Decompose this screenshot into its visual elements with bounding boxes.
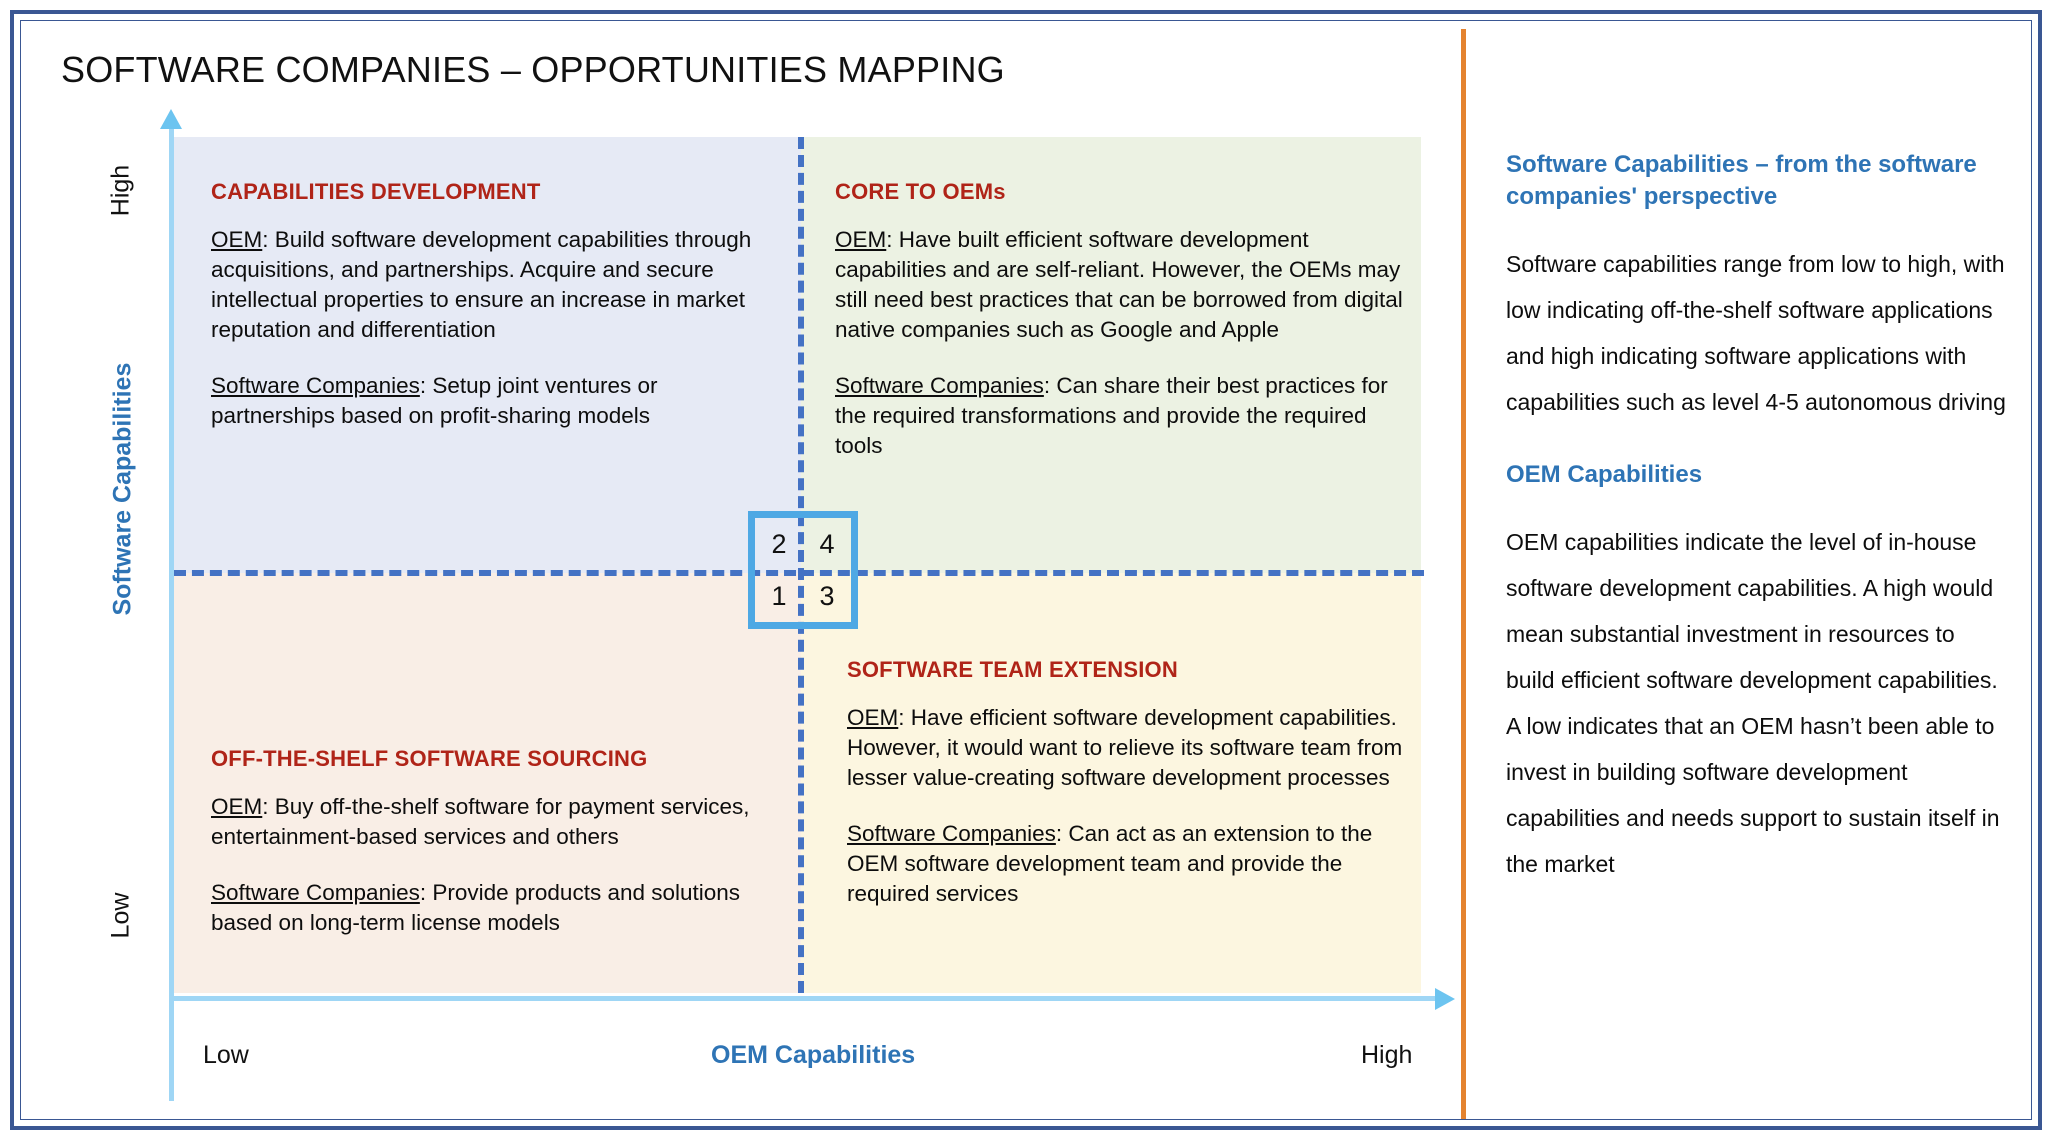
slide-frame: SOFTWARE COMPANIES – OPPORTUNITIES MAPPI…	[10, 10, 2042, 1130]
x-axis-high-label: High	[1361, 1041, 1413, 1069]
quadrant-bottom-right-oem-paragraph: OEM: Have efficient software development…	[847, 703, 1417, 793]
y-axis-high-label: High	[106, 164, 135, 217]
oem-lead-label: OEM	[211, 794, 263, 819]
y-axis-title: Software Capabilities	[108, 362, 137, 616]
definitions-sidebar: Software Capabilities – from the softwar…	[1506, 149, 2006, 921]
oem-lead-label: OEM	[835, 227, 887, 252]
software-companies-lead-label: Software Companies	[211, 880, 420, 905]
slide-inner-border: SOFTWARE COMPANIES – OPPORTUNITIES MAPPI…	[20, 20, 2032, 1120]
quadrant-bottom-right-content: SOFTWARE TEAM EXTENSION OEM: Have effici…	[847, 657, 1417, 909]
oem-lead-label: OEM	[847, 705, 899, 730]
sidebar-heading-software-capabilities: Software Capabilities – from the softwar…	[1506, 151, 1977, 210]
quadrant-top-left-software-paragraph: Software Companies: Setup joint ventures…	[211, 371, 771, 431]
software-companies-lead-label: Software Companies	[847, 821, 1056, 846]
quadrant-top-right-content: CORE TO OEMs OEM: Have built efficient s…	[835, 179, 1405, 461]
quadrant-bottom-right-software-paragraph: Software Companies: Can act as an extens…	[847, 819, 1417, 909]
key-cell-top-left: 2	[771, 528, 787, 559]
quadrant-top-left-oem-paragraph: OEM: Build software development capabili…	[211, 225, 771, 345]
opportunities-matrix: CAPABILITIES DEVELOPMENT OEM: Build soft…	[21, 21, 1456, 1119]
oem-body-text: : Build software development capabilitie…	[211, 227, 752, 342]
key-cell-bottom-left: 1	[771, 580, 787, 611]
x-axis-title: OEM Capabilities	[711, 1041, 916, 1069]
oem-body-text: : Buy off-the-shelf software for payment…	[211, 794, 750, 849]
y-axis-low-label: Low	[106, 892, 135, 939]
quadrant-bottom-right-heading: SOFTWARE TEAM EXTENSION	[847, 657, 1178, 682]
oem-lead-label: OEM	[211, 227, 263, 252]
sidebar-heading-oem-capabilities: OEM Capabilities	[1506, 461, 1703, 488]
quadrant-bottom-left-software-paragraph: Software Companies: Provide products and…	[211, 878, 771, 938]
oem-body-text: : Have built efficient software developm…	[835, 227, 1403, 342]
x-axis-line	[169, 996, 1439, 1001]
quadrant-bottom-left-oem-paragraph: OEM: Buy off-the-shelf software for paym…	[211, 792, 771, 852]
center-quadrant-key[interactable]: 2 4 1 3	[748, 511, 858, 629]
oem-body-text: : Have efficient software development ca…	[847, 705, 1403, 790]
software-companies-lead-label: Software Companies	[835, 373, 1044, 398]
quadrant-top-right-software-paragraph: Software Companies: Can share their best…	[835, 371, 1405, 461]
x-axis-low-label: Low	[203, 1041, 249, 1069]
key-cell-top-right: 4	[819, 528, 835, 559]
quadrant-top-left-content: CAPABILITIES DEVELOPMENT OEM: Build soft…	[211, 179, 771, 431]
quadrant-top-right-oem-paragraph: OEM: Have built efficient software devel…	[835, 225, 1405, 345]
quadrant-top-left-heading: CAPABILITIES DEVELOPMENT	[211, 179, 541, 204]
sidebar-paragraph-oem-capabilities: OEM capabilities indicate the level of i…	[1506, 529, 2000, 877]
software-companies-lead-label: Software Companies	[211, 373, 420, 398]
sidebar-paragraph-software-capabilities: Software capabilities range from low to …	[1506, 251, 2006, 415]
quadrant-bottom-left-heading: OFF-THE-SHELF SOFTWARE SOURCING	[211, 746, 648, 771]
quadrant-top-right-heading: CORE TO OEMs	[835, 179, 1006, 204]
vertical-orange-divider	[1461, 29, 1466, 1119]
x-axis-arrow-icon	[1435, 988, 1455, 1010]
y-axis-arrow-icon	[160, 109, 182, 129]
key-cell-bottom-right: 3	[819, 580, 835, 611]
quadrant-bottom-left-content: OFF-THE-SHELF SOFTWARE SOURCING OEM: Buy…	[211, 746, 771, 938]
